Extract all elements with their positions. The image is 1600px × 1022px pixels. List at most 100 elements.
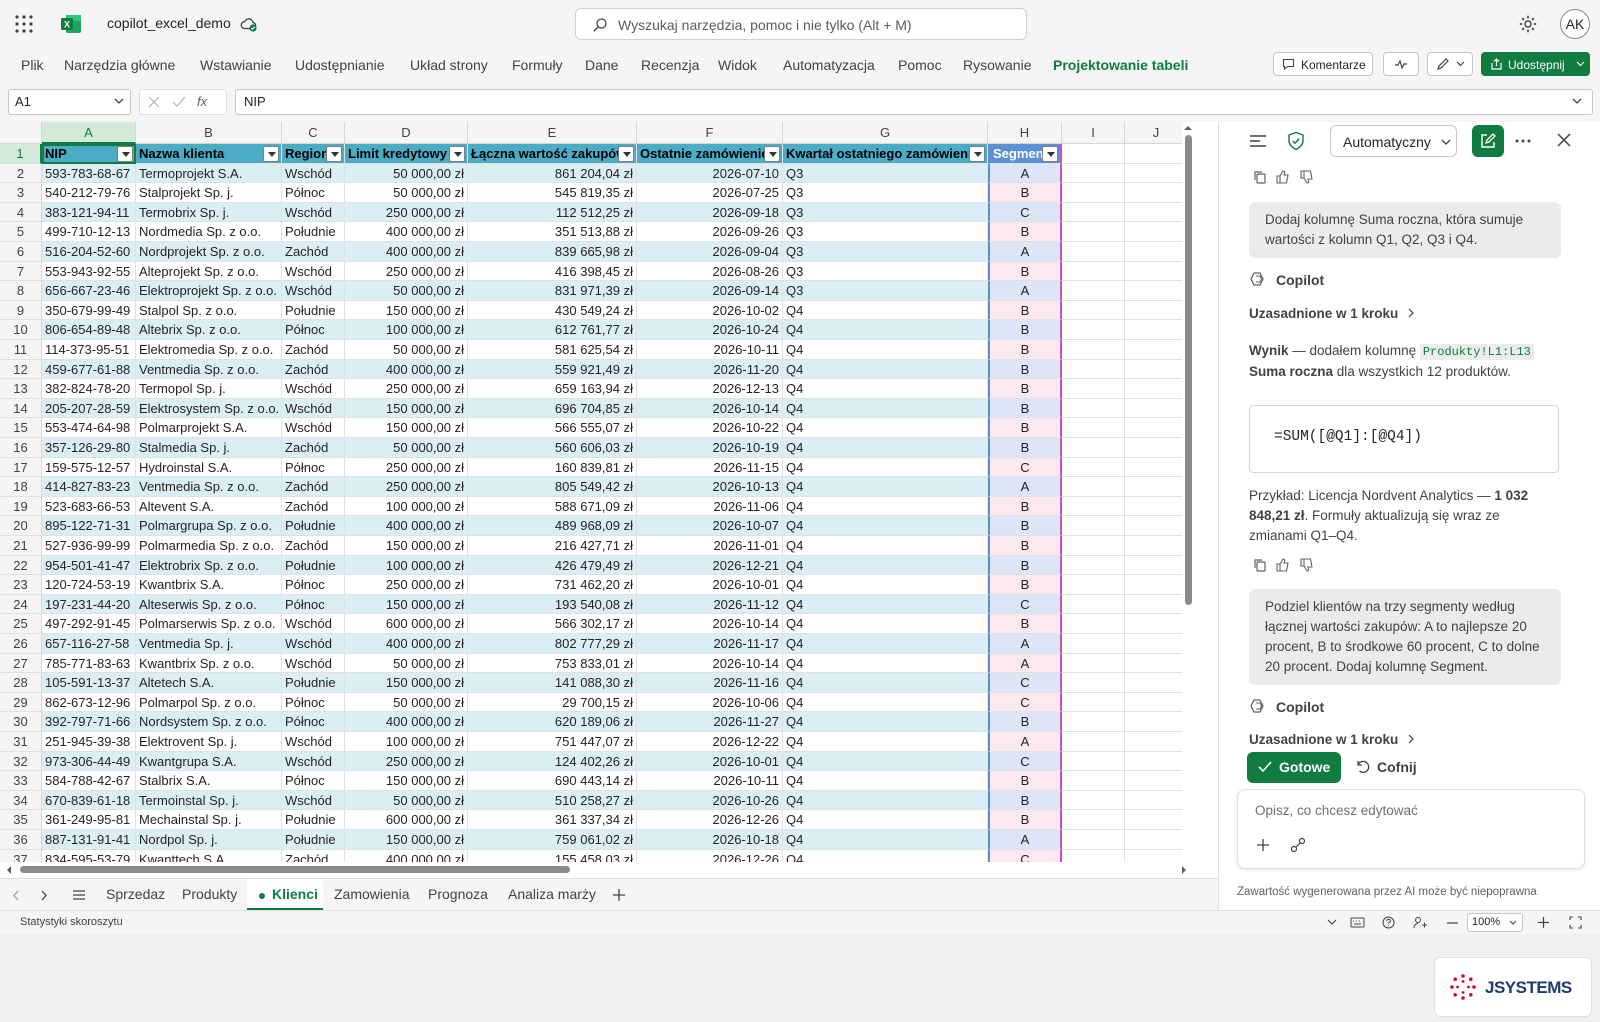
row-header[interactable]: 5 [0, 222, 42, 242]
table-cell[interactable]: 759 061,02 zł [468, 830, 637, 850]
tab-formulas[interactable]: Formuły [512, 57, 563, 73]
undo-button[interactable]: Cofnij [1355, 752, 1435, 783]
chevron-right-icon[interactable] [1408, 308, 1414, 318]
empty-cell[interactable] [1125, 163, 1188, 184]
empty-cell[interactable] [1125, 477, 1188, 497]
table-cell[interactable]: 2026-07-25 [637, 183, 783, 203]
table-cell[interactable]: Stalmedia Sp. j. [136, 438, 282, 458]
table-header-cell[interactable]: Segment [988, 144, 1062, 164]
table-cell[interactable]: Północ [282, 712, 345, 732]
table-cell[interactable]: Południe [282, 555, 345, 576]
table-cell[interactable]: 2026-09-18 [637, 202, 783, 223]
table-cell[interactable]: Q4 [783, 457, 988, 478]
table-cell[interactable]: 250 000,00 zł [345, 457, 468, 478]
activity-button[interactable] [1383, 52, 1419, 76]
table-cell[interactable]: 361-249-95-81 [42, 810, 136, 830]
tab-share[interactable]: Udostępnianie [295, 57, 385, 73]
zoom-out-icon[interactable] [1447, 922, 1458, 924]
table-cell[interactable]: 361 337,34 zł [468, 810, 637, 830]
row-header[interactable]: 11 [0, 340, 42, 360]
table-cell[interactable]: 250 000,00 zł [345, 751, 468, 772]
table-cell[interactable]: Północ [282, 575, 345, 595]
empty-cell[interactable] [1062, 438, 1125, 458]
table-cell[interactable]: 150 000,00 zł [345, 830, 468, 850]
table-cell[interactable]: 659 163,94 zł [468, 379, 637, 399]
prompt-input-box[interactable]: Opisz, co chcesz edytować [1237, 789, 1585, 869]
row-header[interactable]: 26 [0, 634, 42, 654]
empty-cell[interactable] [1125, 379, 1188, 399]
expand-formula-icon[interactable] [1572, 98, 1582, 105]
fullscreen-icon[interactable] [1569, 916, 1582, 929]
sheet-tab-analiza-marzy[interactable]: Analiza marży [508, 886, 596, 902]
table-cell[interactable]: Q4 [783, 732, 988, 752]
table-cell[interactable]: 50 000,00 zł [345, 790, 468, 811]
empty-cell[interactable] [1062, 771, 1125, 791]
table-cell[interactable]: 100 000,00 zł [345, 496, 468, 517]
table-cell[interactable]: 540-212-79-76 [42, 183, 136, 203]
table-cell[interactable]: Q3 [783, 163, 988, 184]
chevron-right-icon[interactable] [1408, 734, 1414, 744]
table-cell[interactable]: 887-131-91-41 [42, 830, 136, 850]
table-cell[interactable]: 806-654-89-48 [42, 320, 136, 340]
table-cell[interactable]: Stalpol Sp. z o.o. [136, 300, 282, 321]
table-header-cell[interactable]: Ostatnie zamówienie [637, 144, 783, 164]
table-cell[interactable]: 2026-11-15 [637, 457, 783, 478]
thumbs-down-icon[interactable] [1299, 170, 1314, 185]
table-cell[interactable]: Północ [282, 771, 345, 791]
row-header[interactable]: 24 [0, 594, 42, 615]
tab-insert[interactable]: Wstawianie [200, 57, 272, 73]
table-cell[interactable]: Północ [282, 594, 345, 615]
app-launcher-icon[interactable] [14, 14, 34, 34]
table-cell[interactable]: B [988, 712, 1062, 732]
table-cell[interactable]: Północ [282, 183, 345, 203]
empty-cell[interactable] [1062, 340, 1125, 360]
scroll-left-icon[interactable] [5, 865, 13, 875]
empty-cell[interactable] [1125, 536, 1188, 556]
table-cell[interactable]: Zachód [282, 496, 345, 517]
table-cell[interactable]: Altevent S.A. [136, 496, 282, 517]
empty-cell[interactable] [1062, 653, 1125, 674]
table-cell[interactable]: 753 833,01 zł [468, 653, 637, 674]
table-cell[interactable]: Południe [282, 810, 345, 830]
table-cell[interactable]: 400 000,00 zł [345, 712, 468, 732]
table-cell[interactable]: 400 000,00 zł [345, 242, 468, 262]
table-cell[interactable]: 50 000,00 zł [345, 438, 468, 458]
table-cell[interactable]: Q3 [783, 281, 988, 301]
empty-cell[interactable] [1125, 771, 1188, 791]
table-cell[interactable]: 50 000,00 zł [345, 163, 468, 184]
table-cell[interactable]: Q4 [783, 634, 988, 654]
table-cell[interactable]: B [988, 398, 1062, 419]
table-cell[interactable]: B [988, 320, 1062, 340]
table-cell[interactable]: Elektromedia Sp. z o.o. [136, 340, 282, 360]
row-header[interactable]: 21 [0, 536, 42, 556]
table-cell[interactable]: 250 000,00 zł [345, 202, 468, 223]
row-header[interactable]: 27 [0, 653, 42, 674]
empty-cell[interactable] [1125, 594, 1188, 615]
empty-cell[interactable] [1125, 830, 1188, 850]
table-cell[interactable]: Południe [282, 516, 345, 536]
scroll-right-icon[interactable] [1180, 865, 1188, 875]
table-cell[interactable]: 600 000,00 zł [345, 810, 468, 830]
table-cell[interactable]: Wschód [282, 202, 345, 223]
table-cell[interactable]: Q4 [783, 653, 988, 674]
table-cell[interactable]: 50 000,00 zł [345, 281, 468, 301]
name-box[interactable]: A1 [8, 89, 131, 115]
sheet-tab-zamowienia[interactable]: Zamowienia [334, 886, 409, 902]
table-cell[interactable]: 566 555,07 zł [468, 418, 637, 438]
table-cell[interactable]: Wschód [282, 634, 345, 654]
table-cell[interactable]: Q4 [783, 810, 988, 830]
table-cell[interactable]: Q4 [783, 594, 988, 615]
table-cell[interactable]: 2026-11-16 [637, 673, 783, 693]
table-cell[interactable]: 656-667-23-46 [42, 281, 136, 301]
table-cell[interactable]: 2026-10-06 [637, 692, 783, 713]
table-cell[interactable]: 560 606,03 zł [468, 438, 637, 458]
sheet-tab-produkty[interactable]: Produkty [182, 886, 237, 902]
copy-icon[interactable] [1253, 558, 1267, 572]
table-cell[interactable]: 382-824-78-20 [42, 379, 136, 399]
table-cell[interactable]: 862-673-12-96 [42, 692, 136, 713]
table-cell[interactable]: 696 704,85 zł [468, 398, 637, 419]
table-cell[interactable]: Południe [282, 222, 345, 242]
empty-cell[interactable] [1125, 516, 1188, 536]
table-cell[interactable]: 527-936-99-99 [42, 536, 136, 556]
empty-cell[interactable] [1125, 712, 1188, 732]
